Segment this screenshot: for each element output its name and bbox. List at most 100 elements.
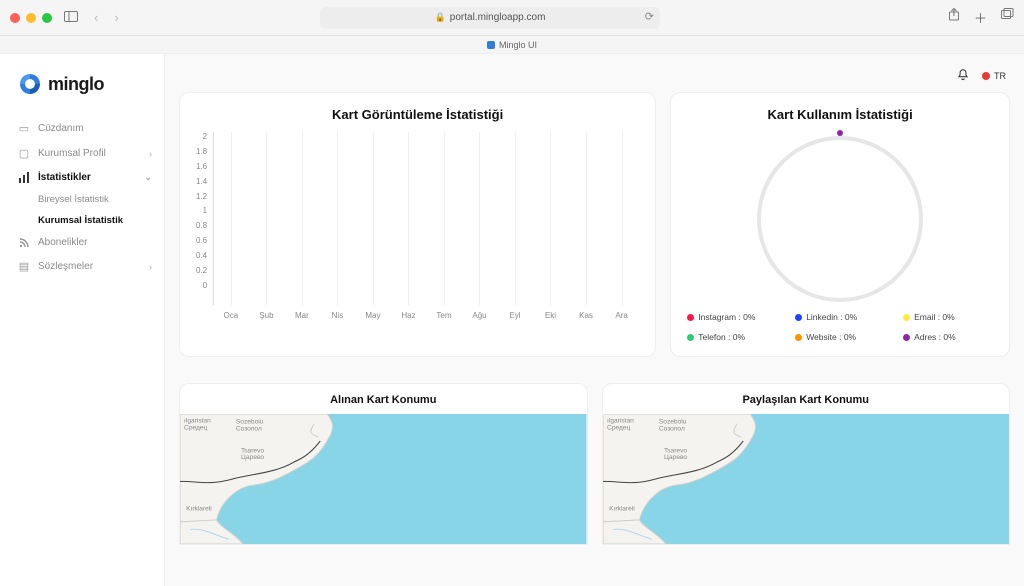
- y-tick: 1.2: [196, 192, 207, 201]
- turkey-flag-icon: [982, 72, 990, 80]
- reload-icon[interactable]: ⟳: [645, 10, 654, 23]
- card-usage-chart: Kart Kullanım İstatistiği Instagram : 0%…: [670, 92, 1010, 357]
- map-shared[interactable]: ılgaristan Средец Sozebolu Созопол Tsare…: [603, 414, 1010, 544]
- doc-icon: ▤: [18, 260, 30, 273]
- x-tick: Nis: [320, 311, 356, 320]
- card-icon: ▭: [18, 122, 30, 135]
- notifications-icon[interactable]: [956, 68, 970, 85]
- y-axis: 21.81.61.41.210.80.60.40.20: [196, 132, 213, 290]
- legend-color-icon: [687, 314, 694, 321]
- x-tick: Haz: [391, 311, 427, 320]
- y-tick: 0: [203, 281, 207, 290]
- legend-label: Website : 0%: [806, 332, 856, 342]
- legend-item: Telefon : 0%: [687, 332, 777, 342]
- new-tab-icon[interactable]: ＋: [974, 8, 987, 27]
- legend-label: Email : 0%: [914, 312, 955, 322]
- y-tick: 2: [203, 132, 207, 141]
- legend-item: Adres : 0%: [903, 332, 993, 342]
- sidebar-item-stats[interactable]: İstatistikler ⌄: [0, 166, 164, 189]
- brand-name: minglo: [48, 74, 104, 95]
- legend-item: Linkedin : 0%: [795, 312, 885, 322]
- x-axis: OcaŞubMarNisMayHazTemAğuEylEkiKasAra: [213, 305, 639, 320]
- share-icon[interactable]: [948, 8, 960, 27]
- sidebar-toggle-icon[interactable]: [60, 10, 82, 25]
- chevron-down-icon: ⌄: [144, 172, 152, 183]
- donut-chart: [757, 136, 923, 302]
- card-title: Paylaşılan Kart Konumu: [603, 384, 1010, 414]
- browser-tab[interactable]: Minglo UI: [0, 36, 1024, 54]
- nav-forward-icon[interactable]: ›: [110, 10, 122, 25]
- y-tick: 1.6: [196, 162, 207, 171]
- legend-color-icon: [795, 334, 802, 341]
- building-icon: ▢: [18, 147, 30, 160]
- y-tick: 0.2: [196, 266, 207, 275]
- map-label: Средец: [607, 425, 631, 432]
- tab-title: Minglo UI: [499, 40, 537, 50]
- legend-label: Linkedin : 0%: [806, 312, 857, 322]
- sidebar-item-subs[interactable]: Abonelikler: [0, 231, 164, 254]
- brand-logo-icon: [18, 72, 42, 96]
- legend-item: Website : 0%: [795, 332, 885, 342]
- sidebar-item-label: İstatistikler: [38, 172, 91, 183]
- chart-icon: [18, 172, 30, 183]
- x-tick: Tem: [426, 311, 462, 320]
- x-tick: Şub: [249, 311, 285, 320]
- card-title: Kart Görüntüleme İstatistiği: [196, 107, 639, 122]
- map-received[interactable]: ılgaristan Средец Sozebolu Созопол Tsare…: [180, 414, 587, 544]
- close-window-icon[interactable]: [10, 13, 20, 23]
- language-code: TR: [994, 71, 1006, 81]
- rss-icon: [18, 238, 30, 248]
- sidebar-subitem-individual[interactable]: Bireysel İstatistik: [0, 189, 164, 210]
- sidebar-subitem-corporate[interactable]: Kurumsal İstatistik: [0, 210, 164, 231]
- card-map-received: Alınan Kart Konumu ılgaristan Средец Soz…: [179, 383, 588, 545]
- y-tick: 1: [203, 206, 207, 215]
- window-controls[interactable]: [10, 13, 52, 23]
- map-label: Царево: [663, 454, 687, 461]
- address-bar[interactable]: 🔒 portal.mingloapp.com ⟳: [320, 7, 660, 29]
- map-label: Царево: [241, 454, 265, 461]
- browser-chrome: ‹ › 🔒 portal.mingloapp.com ⟳ ＋: [0, 0, 1024, 36]
- legend-color-icon: [903, 314, 910, 321]
- language-switch[interactable]: TR: [982, 71, 1006, 81]
- x-tick: Oca: [213, 311, 249, 320]
- legend-label: Instagram : 0%: [698, 312, 755, 322]
- maximize-window-icon[interactable]: [42, 13, 52, 23]
- sidebar-item-wallet[interactable]: ▭ Cüzdanım: [0, 116, 164, 141]
- x-tick: May: [355, 311, 391, 320]
- bar-chart: 21.81.61.41.210.80.60.40.20 OcaŞubMarNis…: [196, 132, 639, 320]
- tab-favicon-icon: [487, 41, 495, 49]
- map-label: Средец: [184, 425, 208, 432]
- x-tick: Ağu: [462, 311, 498, 320]
- url-text: portal.mingloapp.com: [450, 12, 546, 23]
- nav-back-icon[interactable]: ‹: [90, 10, 102, 25]
- sidebar-item-contracts[interactable]: ▤ Sözleşmeler ›: [0, 254, 164, 279]
- legend-color-icon: [795, 314, 802, 321]
- brand[interactable]: minglo: [0, 72, 164, 116]
- card-title: Alınan Kart Konumu: [180, 384, 587, 414]
- legend-item: Instagram : 0%: [687, 312, 777, 322]
- card-views-chart: Kart Görüntüleme İstatistiği 21.81.61.41…: [179, 92, 656, 357]
- chart-grid: [213, 132, 639, 305]
- map-label: Созопол: [658, 426, 684, 433]
- legend-color-icon: [687, 334, 694, 341]
- tabs-overview-icon[interactable]: [1001, 8, 1014, 27]
- topbar: TR: [179, 66, 1010, 86]
- y-tick: 1.8: [196, 147, 207, 156]
- legend-item: Email : 0%: [903, 312, 993, 322]
- map-label: Созопол: [236, 426, 262, 433]
- y-tick: 0.6: [196, 236, 207, 245]
- map-label: Kırklareli: [609, 505, 635, 512]
- minimize-window-icon[interactable]: [26, 13, 36, 23]
- sidebar-item-label: Sözleşmeler: [38, 261, 93, 272]
- legend-label: Telefon : 0%: [698, 332, 745, 342]
- chevron-right-icon: ›: [149, 149, 152, 159]
- legend-label: Adres : 0%: [914, 332, 956, 342]
- y-tick: 0.8: [196, 221, 207, 230]
- sidebar-item-profile[interactable]: ▢ Kurumsal Profil ›: [0, 141, 164, 166]
- map-label: Kırklareli: [186, 505, 212, 512]
- sidebar-item-label: Abonelikler: [38, 237, 87, 248]
- x-tick: Eyl: [497, 311, 533, 320]
- nav: ▭ Cüzdanım ▢ Kurumsal Profil › İstatisti…: [0, 116, 164, 279]
- sidebar-item-label: Cüzdanım: [38, 123, 84, 134]
- x-tick: Ara: [604, 311, 640, 320]
